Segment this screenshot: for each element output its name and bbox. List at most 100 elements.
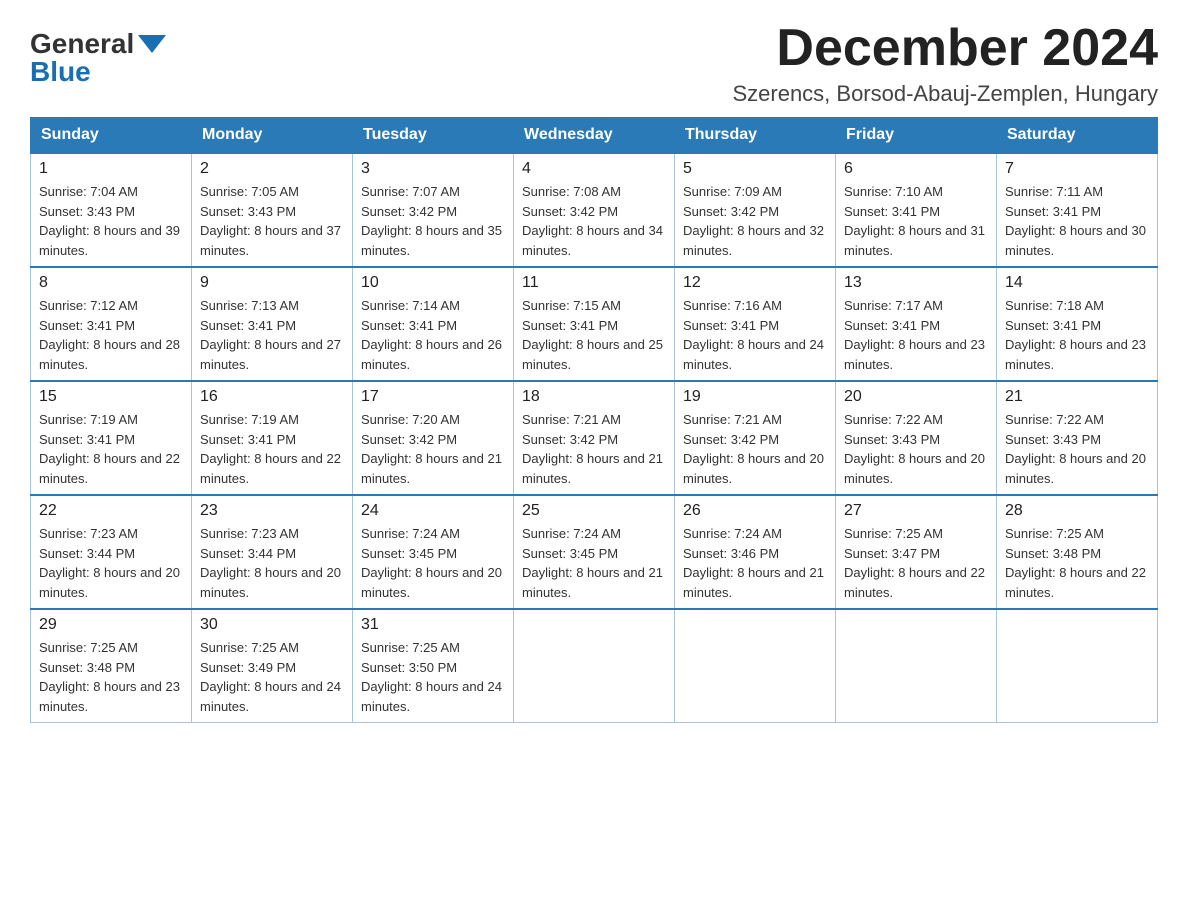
- day-number: 22: [39, 502, 183, 520]
- day-cell-15: 15 Sunrise: 7:19 AMSunset: 3:41 PMDaylig…: [31, 381, 192, 495]
- day-info: Sunrise: 7:10 AMSunset: 3:41 PMDaylight:…: [844, 182, 988, 260]
- day-info: Sunrise: 7:22 AMSunset: 3:43 PMDaylight:…: [1005, 410, 1149, 488]
- day-number: 28: [1005, 502, 1149, 520]
- day-info: Sunrise: 7:25 AMSunset: 3:48 PMDaylight:…: [1005, 524, 1149, 602]
- day-number: 7: [1005, 160, 1149, 178]
- weekday-header-sunday: Sunday: [31, 118, 192, 154]
- day-number: 14: [1005, 274, 1149, 292]
- logo: General Blue: [30, 30, 166, 86]
- day-info: Sunrise: 7:19 AMSunset: 3:41 PMDaylight:…: [200, 410, 344, 488]
- weekday-header-friday: Friday: [836, 118, 997, 154]
- day-cell-25: 25 Sunrise: 7:24 AMSunset: 3:45 PMDaylig…: [514, 495, 675, 609]
- day-info: Sunrise: 7:24 AMSunset: 3:45 PMDaylight:…: [361, 524, 505, 602]
- day-info: Sunrise: 7:08 AMSunset: 3:42 PMDaylight:…: [522, 182, 666, 260]
- day-cell-24: 24 Sunrise: 7:24 AMSunset: 3:45 PMDaylig…: [353, 495, 514, 609]
- week-row-2: 8 Sunrise: 7:12 AMSunset: 3:41 PMDayligh…: [31, 267, 1158, 381]
- day-info: Sunrise: 7:23 AMSunset: 3:44 PMDaylight:…: [39, 524, 183, 602]
- logo-general-text: General: [30, 30, 134, 58]
- day-cell-11: 11 Sunrise: 7:15 AMSunset: 3:41 PMDaylig…: [514, 267, 675, 381]
- day-info: Sunrise: 7:22 AMSunset: 3:43 PMDaylight:…: [844, 410, 988, 488]
- day-cell-8: 8 Sunrise: 7:12 AMSunset: 3:41 PMDayligh…: [31, 267, 192, 381]
- day-cell-empty: [997, 609, 1158, 723]
- day-info: Sunrise: 7:23 AMSunset: 3:44 PMDaylight:…: [200, 524, 344, 602]
- day-info: Sunrise: 7:07 AMSunset: 3:42 PMDaylight:…: [361, 182, 505, 260]
- weekday-header-wednesday: Wednesday: [514, 118, 675, 154]
- day-number: 5: [683, 160, 827, 178]
- day-info: Sunrise: 7:20 AMSunset: 3:42 PMDaylight:…: [361, 410, 505, 488]
- day-cell-5: 5 Sunrise: 7:09 AMSunset: 3:42 PMDayligh…: [675, 153, 836, 267]
- day-cell-29: 29 Sunrise: 7:25 AMSunset: 3:48 PMDaylig…: [31, 609, 192, 723]
- day-cell-13: 13 Sunrise: 7:17 AMSunset: 3:41 PMDaylig…: [836, 267, 997, 381]
- day-info: Sunrise: 7:11 AMSunset: 3:41 PMDaylight:…: [1005, 182, 1149, 260]
- day-cell-1: 1 Sunrise: 7:04 AMSunset: 3:43 PMDayligh…: [31, 153, 192, 267]
- day-info: Sunrise: 7:25 AMSunset: 3:49 PMDaylight:…: [200, 638, 344, 716]
- day-cell-2: 2 Sunrise: 7:05 AMSunset: 3:43 PMDayligh…: [192, 153, 353, 267]
- calendar-title: December 2024: [732, 20, 1158, 77]
- day-number: 13: [844, 274, 988, 292]
- day-cell-7: 7 Sunrise: 7:11 AMSunset: 3:41 PMDayligh…: [997, 153, 1158, 267]
- day-number: 1: [39, 160, 183, 178]
- day-cell-16: 16 Sunrise: 7:19 AMSunset: 3:41 PMDaylig…: [192, 381, 353, 495]
- day-cell-17: 17 Sunrise: 7:20 AMSunset: 3:42 PMDaylig…: [353, 381, 514, 495]
- day-cell-31: 31 Sunrise: 7:25 AMSunset: 3:50 PMDaylig…: [353, 609, 514, 723]
- day-info: Sunrise: 7:24 AMSunset: 3:46 PMDaylight:…: [683, 524, 827, 602]
- day-cell-22: 22 Sunrise: 7:23 AMSunset: 3:44 PMDaylig…: [31, 495, 192, 609]
- day-info: Sunrise: 7:24 AMSunset: 3:45 PMDaylight:…: [522, 524, 666, 602]
- day-cell-4: 4 Sunrise: 7:08 AMSunset: 3:42 PMDayligh…: [514, 153, 675, 267]
- day-cell-empty: [836, 609, 997, 723]
- logo-arrow-icon: [138, 35, 166, 53]
- day-info: Sunrise: 7:18 AMSunset: 3:41 PMDaylight:…: [1005, 296, 1149, 374]
- day-info: Sunrise: 7:09 AMSunset: 3:42 PMDaylight:…: [683, 182, 827, 260]
- day-number: 8: [39, 274, 183, 292]
- day-cell-21: 21 Sunrise: 7:22 AMSunset: 3:43 PMDaylig…: [997, 381, 1158, 495]
- day-info: Sunrise: 7:25 AMSunset: 3:50 PMDaylight:…: [361, 638, 505, 716]
- day-number: 9: [200, 274, 344, 292]
- day-info: Sunrise: 7:16 AMSunset: 3:41 PMDaylight:…: [683, 296, 827, 374]
- week-row-5: 29 Sunrise: 7:25 AMSunset: 3:48 PMDaylig…: [31, 609, 1158, 723]
- day-number: 2: [200, 160, 344, 178]
- day-number: 3: [361, 160, 505, 178]
- weekday-header-row: SundayMondayTuesdayWednesdayThursdayFrid…: [31, 118, 1158, 154]
- day-cell-30: 30 Sunrise: 7:25 AMSunset: 3:49 PMDaylig…: [192, 609, 353, 723]
- day-number: 11: [522, 274, 666, 292]
- day-cell-19: 19 Sunrise: 7:21 AMSunset: 3:42 PMDaylig…: [675, 381, 836, 495]
- day-cell-28: 28 Sunrise: 7:25 AMSunset: 3:48 PMDaylig…: [997, 495, 1158, 609]
- day-cell-10: 10 Sunrise: 7:14 AMSunset: 3:41 PMDaylig…: [353, 267, 514, 381]
- calendar-subtitle: Szerencs, Borsod-Abauj-Zemplen, Hungary: [732, 81, 1158, 107]
- day-number: 18: [522, 388, 666, 406]
- day-cell-6: 6 Sunrise: 7:10 AMSunset: 3:41 PMDayligh…: [836, 153, 997, 267]
- calendar-table: SundayMondayTuesdayWednesdayThursdayFrid…: [30, 117, 1158, 723]
- day-number: 29: [39, 616, 183, 634]
- day-number: 30: [200, 616, 344, 634]
- weekday-header-thursday: Thursday: [675, 118, 836, 154]
- weekday-header-monday: Monday: [192, 118, 353, 154]
- day-info: Sunrise: 7:21 AMSunset: 3:42 PMDaylight:…: [683, 410, 827, 488]
- day-number: 20: [844, 388, 988, 406]
- day-info: Sunrise: 7:13 AMSunset: 3:41 PMDaylight:…: [200, 296, 344, 374]
- day-cell-9: 9 Sunrise: 7:13 AMSunset: 3:41 PMDayligh…: [192, 267, 353, 381]
- day-info: Sunrise: 7:05 AMSunset: 3:43 PMDaylight:…: [200, 182, 344, 260]
- day-info: Sunrise: 7:25 AMSunset: 3:47 PMDaylight:…: [844, 524, 988, 602]
- day-number: 31: [361, 616, 505, 634]
- weekday-header-saturday: Saturday: [997, 118, 1158, 154]
- day-info: Sunrise: 7:15 AMSunset: 3:41 PMDaylight:…: [522, 296, 666, 374]
- day-number: 24: [361, 502, 505, 520]
- day-cell-23: 23 Sunrise: 7:23 AMSunset: 3:44 PMDaylig…: [192, 495, 353, 609]
- page-header: General Blue December 2024 Szerencs, Bor…: [30, 20, 1158, 107]
- logo-blue-text: Blue: [30, 58, 91, 86]
- day-cell-empty: [514, 609, 675, 723]
- title-area: December 2024 Szerencs, Borsod-Abauj-Zem…: [732, 20, 1158, 107]
- day-number: 21: [1005, 388, 1149, 406]
- day-cell-12: 12 Sunrise: 7:16 AMSunset: 3:41 PMDaylig…: [675, 267, 836, 381]
- day-info: Sunrise: 7:17 AMSunset: 3:41 PMDaylight:…: [844, 296, 988, 374]
- weekday-header-tuesday: Tuesday: [353, 118, 514, 154]
- day-cell-3: 3 Sunrise: 7:07 AMSunset: 3:42 PMDayligh…: [353, 153, 514, 267]
- day-number: 17: [361, 388, 505, 406]
- day-info: Sunrise: 7:14 AMSunset: 3:41 PMDaylight:…: [361, 296, 505, 374]
- day-number: 6: [844, 160, 988, 178]
- day-number: 4: [522, 160, 666, 178]
- day-info: Sunrise: 7:25 AMSunset: 3:48 PMDaylight:…: [39, 638, 183, 716]
- day-cell-14: 14 Sunrise: 7:18 AMSunset: 3:41 PMDaylig…: [997, 267, 1158, 381]
- day-number: 27: [844, 502, 988, 520]
- day-number: 15: [39, 388, 183, 406]
